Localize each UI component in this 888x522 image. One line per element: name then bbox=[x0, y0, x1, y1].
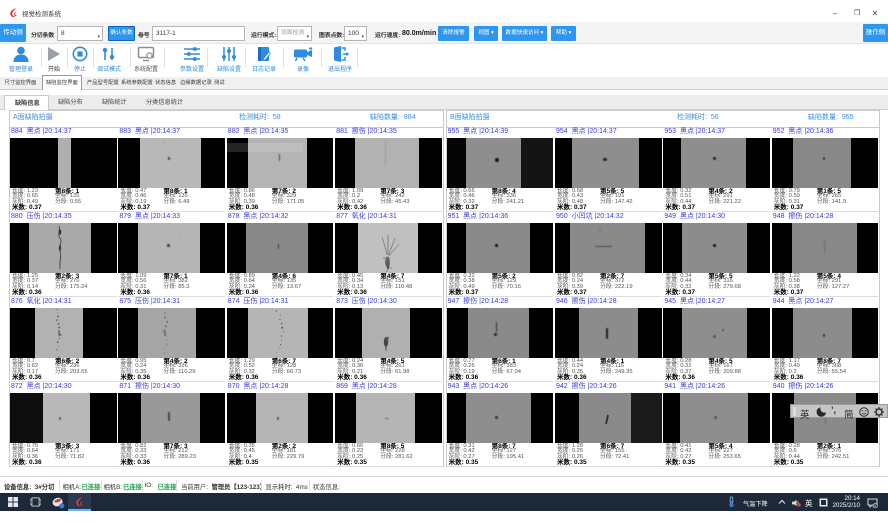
svg-text:6: 6 bbox=[874, 504, 876, 508]
